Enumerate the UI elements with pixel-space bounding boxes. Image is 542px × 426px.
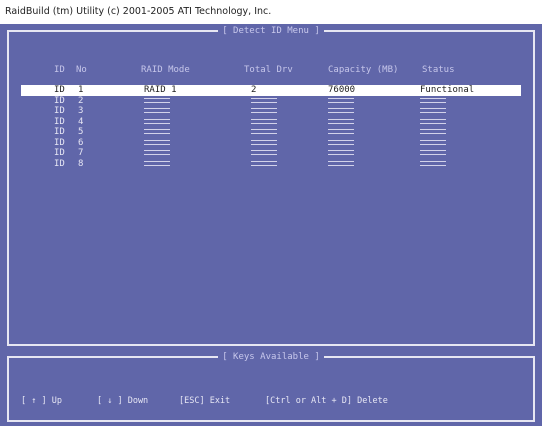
header-id: ID xyxy=(54,65,65,75)
empty-dash xyxy=(144,96,170,107)
table-row[interactable]: ID 1 RAID 1 2 76000 Functional xyxy=(21,85,521,96)
key-down: [ ↓ ] Down xyxy=(97,396,149,406)
empty-dash xyxy=(328,159,354,170)
empty-dash xyxy=(328,96,354,107)
raid-id-list: ID 1 RAID 1 2 76000 Functional ID 2 ID 3 xyxy=(9,85,533,169)
row-id-label: ID xyxy=(54,116,65,127)
empty-dash xyxy=(251,106,277,117)
header-total-drv: Total Drv xyxy=(244,65,293,75)
table-row[interactable]: ID 6 xyxy=(21,138,521,149)
empty-dash xyxy=(144,138,170,149)
row-id-label: ID xyxy=(54,95,65,106)
row-number: 1 xyxy=(78,85,84,95)
empty-dash xyxy=(328,117,354,128)
key-exit: [ESC] Exit xyxy=(179,396,231,406)
row-number: 2 xyxy=(78,95,84,106)
empty-dash xyxy=(144,106,170,117)
menu-title: [ Detect ID Menu ] xyxy=(218,26,324,36)
row-number: 3 xyxy=(78,106,84,116)
empty-dash xyxy=(251,159,277,170)
row-id-label: ID xyxy=(54,106,65,116)
window-title: RaidBuild (tm) Utility (c) 2001-2005 ATI… xyxy=(5,6,272,17)
empty-dash xyxy=(420,148,446,159)
empty-dash xyxy=(420,138,446,149)
row-id-label: ID xyxy=(54,158,65,169)
empty-dash xyxy=(420,117,446,128)
row-raid-mode: RAID 1 xyxy=(144,85,177,95)
empty-dash xyxy=(251,148,277,159)
empty-dash xyxy=(144,127,170,138)
table-row[interactable]: ID 2 xyxy=(21,96,521,107)
row-id-label: ID xyxy=(54,148,65,158)
row-number: 8 xyxy=(78,158,84,169)
empty-dash xyxy=(251,138,277,149)
detect-id-menu-frame: [ Detect ID Menu ] ID No RAID Mode Total… xyxy=(7,26,535,346)
header-no: No xyxy=(76,65,87,75)
header-status: Status xyxy=(422,65,455,75)
empty-dash xyxy=(251,96,277,107)
table-header: ID No RAID Mode Total Drv Capacity (MB) … xyxy=(44,65,514,77)
empty-dash xyxy=(144,117,170,128)
empty-dash xyxy=(328,138,354,149)
empty-dash xyxy=(328,148,354,159)
empty-dash xyxy=(251,117,277,128)
key-delete: [Ctrl or Alt + D] Delete xyxy=(265,396,388,406)
row-number: 5 xyxy=(78,127,84,137)
key-up: [ ↑ ] Up xyxy=(21,396,62,406)
row-number: 6 xyxy=(78,137,84,148)
row-capacity: 76000 xyxy=(328,85,356,95)
row-id-label: ID xyxy=(54,85,65,95)
empty-dash xyxy=(328,127,354,138)
empty-dash xyxy=(420,127,446,138)
empty-dash xyxy=(420,106,446,117)
row-number: 7 xyxy=(78,148,84,158)
table-row[interactable]: ID 8 xyxy=(21,159,521,170)
row-number: 4 xyxy=(78,116,84,127)
empty-dash xyxy=(420,96,446,107)
empty-dash xyxy=(144,159,170,170)
table-row[interactable]: ID 4 xyxy=(21,117,521,128)
row-total-drv: 2 xyxy=(251,85,257,95)
keys-title: [ Keys Available ] xyxy=(218,352,324,362)
key-legend: [ ↑ ] Up [ ↓ ] Down [ESC] Exit [Ctrl or … xyxy=(9,396,533,408)
keys-available-frame: [ Keys Available ] [ ↑ ] Up [ ↓ ] Down [… xyxy=(7,352,535,422)
row-id-label: ID xyxy=(54,127,65,137)
empty-dash xyxy=(328,106,354,117)
empty-dash xyxy=(420,159,446,170)
header-capacity: Capacity (MB) xyxy=(328,65,399,75)
row-id-label: ID xyxy=(54,137,65,148)
empty-dash xyxy=(144,148,170,159)
table-row[interactable]: ID 5 xyxy=(21,127,521,138)
row-status: Functional xyxy=(420,85,475,95)
table-row[interactable]: ID 7 xyxy=(21,148,521,159)
header-raid-mode: RAID Mode xyxy=(141,65,190,75)
empty-dash xyxy=(251,127,277,138)
bios-screen: [ Detect ID Menu ] ID No RAID Mode Total… xyxy=(0,24,542,426)
table-row[interactable]: ID 3 xyxy=(21,106,521,117)
